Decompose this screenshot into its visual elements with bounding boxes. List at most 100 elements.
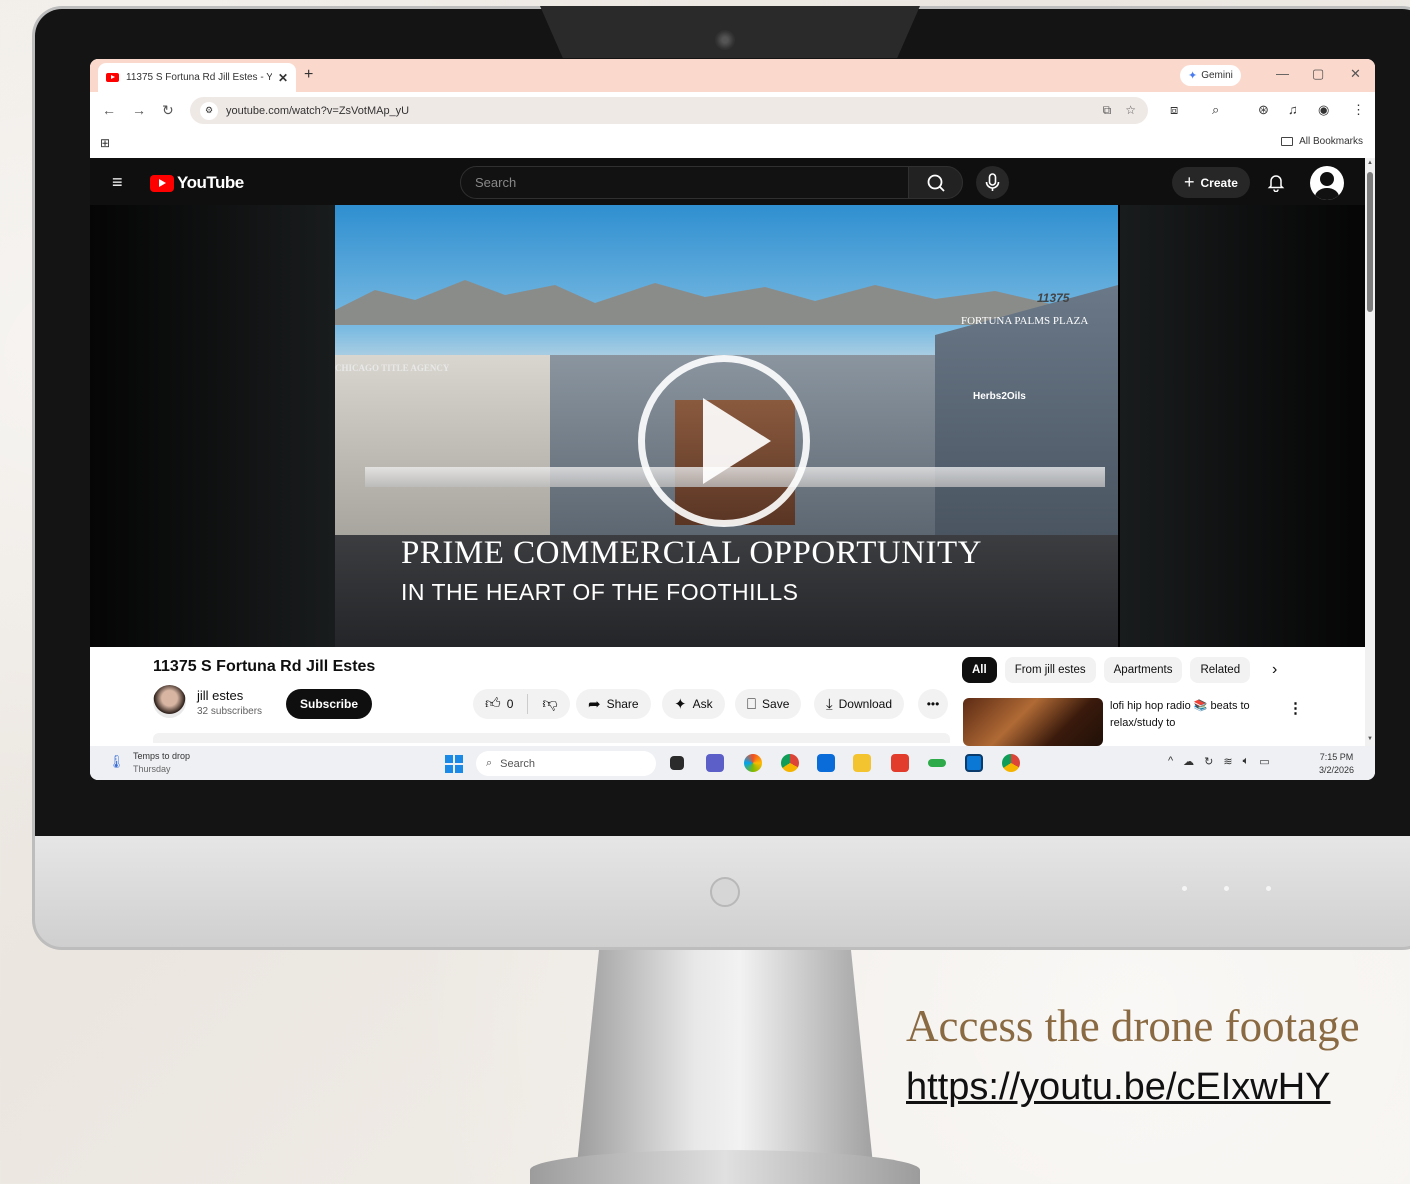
- chip-apartments[interactable]: Apartments: [1103, 657, 1183, 683]
- voice-search-button[interactable]: [976, 166, 1009, 199]
- search-placeholder: Search: [475, 175, 517, 190]
- channel-name[interactable]: jill estes: [197, 688, 243, 703]
- bookmarks-bar: ⊞ All Bookmarks: [90, 128, 1375, 158]
- youtube-header: ≡ YouTube Search + Create: [90, 158, 1365, 205]
- youtube-search-button[interactable]: [908, 166, 963, 199]
- browser-tab-bar: 11375 S Fortuna Rd Jill Estes - YouTube …: [90, 59, 1375, 92]
- chip-all[interactable]: All: [962, 657, 997, 683]
- thumbs-down-icon[interactable]: 👎︎: [542, 695, 557, 713]
- address-bar[interactable]: ⚙ youtube.com/watch?v=ZsVotMAp_yU ⧉ ☆: [190, 97, 1148, 124]
- chatgpt-icon[interactable]: ⊛: [1258, 102, 1269, 118]
- drone-footage-link[interactable]: https://youtu.be/cEIxwHY: [906, 1066, 1331, 1109]
- more-vertical-icon[interactable]: ⋮: [1288, 699, 1303, 717]
- player-ambient-right: [1120, 205, 1365, 647]
- outlook-icon[interactable]: [965, 754, 983, 772]
- sparkle-icon: ✦: [674, 696, 687, 713]
- video-player[interactable]: 11375 FORTUNA PALMS PLAZA CHICAGO TITLE …: [90, 205, 1365, 647]
- app-red-icon[interactable]: [891, 754, 909, 772]
- extensions-icon[interactable]: ⧈: [1170, 102, 1178, 118]
- save-button[interactable]: ⎕ Save: [735, 689, 802, 719]
- description-box[interactable]: [153, 733, 950, 743]
- scrollbar-thumb[interactable]: [1367, 172, 1373, 312]
- taskbar-clock[interactable]: 7:15 PM 3/2/2026: [1319, 751, 1354, 777]
- play-icon[interactable]: [638, 355, 810, 527]
- maximize-icon[interactable]: ▢: [1312, 66, 1324, 82]
- site-info-icon[interactable]: ⚙: [200, 101, 218, 120]
- teams-icon[interactable]: [706, 754, 724, 772]
- share-button[interactable]: ➦ Share: [576, 689, 651, 719]
- all-bookmarks-button[interactable]: All Bookmarks: [1281, 136, 1363, 147]
- copilot-icon[interactable]: [744, 754, 762, 772]
- chevron-right-icon[interactable]: ›: [1272, 661, 1277, 679]
- sync-icon[interactable]: ↻: [1204, 755, 1213, 768]
- channel-avatar[interactable]: [153, 685, 186, 718]
- url-text: youtube.com/watch?v=ZsVotMAp_yU: [226, 104, 410, 117]
- profile-icon[interactable]: ◉: [1318, 102, 1329, 118]
- gemini-label: Gemini: [1201, 70, 1233, 81]
- more-horizontal-icon: •••: [926, 697, 940, 711]
- youtube-search-input[interactable]: Search: [460, 166, 910, 199]
- account-avatar[interactable]: [1310, 166, 1344, 200]
- file-explorer-icon[interactable]: [853, 754, 871, 772]
- back-icon[interactable]: ←: [102, 102, 116, 118]
- scroll-up-icon[interactable]: ▲: [1367, 160, 1373, 166]
- minimize-icon[interactable]: —: [1276, 66, 1289, 81]
- recommended-video-title[interactable]: lofi hip hop radio 📚 beats to relax/stud…: [1110, 698, 1280, 732]
- clock-date: 3/2/2026: [1319, 765, 1355, 775]
- bookmark-star-icon[interactable]: ☆: [1125, 103, 1136, 118]
- hamburger-menu-icon[interactable]: ≡: [112, 172, 123, 193]
- cloud-icon[interactable]: ☁: [1183, 755, 1194, 768]
- tab-search-icon[interactable]: ⌕: [1212, 102, 1219, 118]
- ask-button[interactable]: ✦ Ask: [662, 689, 725, 719]
- subscribe-button[interactable]: Subscribe: [286, 689, 373, 719]
- system-tray: ^ ☁ ↻ ≋ 🔈︎ ▭: [1168, 755, 1270, 768]
- video-thumbnail[interactable]: 11375 FORTUNA PALMS PLAZA CHICAGO TITLE …: [335, 205, 1118, 647]
- download-button[interactable]: ⤓ Download: [814, 689, 905, 719]
- page-scrollbar[interactable]: ▲ ▼: [1365, 158, 1375, 746]
- chevron-up-icon[interactable]: ^: [1168, 755, 1173, 768]
- new-tab-button[interactable]: +: [304, 66, 313, 84]
- plaza-name-sign: FORTUNA PALMS PLAZA: [961, 315, 1089, 327]
- weather-subtitle: Thursday: [133, 764, 171, 774]
- cast-icon[interactable]: ⧉: [1103, 103, 1112, 118]
- video-title: 11375 S Fortuna Rd Jill Estes: [153, 658, 376, 675]
- weather-widget[interactable]: Temps to drop Thursday: [133, 750, 190, 776]
- more-actions-button[interactable]: •••: [918, 689, 948, 719]
- all-bookmarks-label: All Bookmarks: [1299, 136, 1363, 147]
- reload-icon[interactable]: ↻: [162, 102, 174, 119]
- thumbs-up-icon[interactable]: 👍︎: [485, 695, 501, 713]
- monitor-stand-foot: [530, 1150, 920, 1184]
- caption-headline: Access the drone footage: [906, 1001, 1360, 1051]
- task-view-icon[interactable]: [670, 756, 684, 770]
- chip-from-jill-estes[interactable]: From jill estes: [1004, 657, 1096, 683]
- like-divider: [527, 694, 529, 714]
- chip-related[interactable]: Related: [1190, 657, 1251, 683]
- forward-icon[interactable]: →: [132, 102, 146, 118]
- menu-dots-icon[interactable]: ⋮: [1352, 102, 1365, 118]
- close-window-icon[interactable]: ✕: [1350, 66, 1361, 82]
- media-icon[interactable]: ♫: [1288, 102, 1298, 117]
- windows-start-icon[interactable]: [445, 755, 463, 773]
- scroll-down-icon[interactable]: ▼: [1367, 736, 1373, 742]
- chrome-icon[interactable]: [781, 754, 799, 772]
- chrome-profile-icon[interactable]: [1002, 754, 1020, 772]
- store-icon[interactable]: [817, 754, 835, 772]
- volume-icon[interactable]: 🔈︎: [1243, 755, 1250, 768]
- battery-icon[interactable]: ▭: [1259, 755, 1269, 768]
- notifications-bell-icon[interactable]: [1267, 172, 1285, 192]
- monitor-power-button: [710, 877, 740, 907]
- browser-tab[interactable]: 11375 S Fortuna Rd Jill Estes - YouTube …: [98, 63, 296, 92]
- youtube-logo[interactable]: YouTube: [150, 173, 244, 193]
- create-button[interactable]: + Create: [1172, 167, 1250, 198]
- cricut-icon[interactable]: [928, 759, 946, 767]
- gemini-button[interactable]: ✦ Gemini: [1180, 65, 1241, 86]
- weather-icon[interactable]: 🌡︎: [108, 754, 125, 770]
- taskbar-search[interactable]: ⌕ Search: [476, 751, 656, 776]
- search-icon: ⌕: [486, 757, 493, 769]
- apps-grid-icon[interactable]: ⊞: [100, 136, 110, 150]
- monitor-indicator-dot: [1266, 886, 1271, 891]
- wifi-icon[interactable]: ≋: [1223, 755, 1232, 768]
- close-tab-icon[interactable]: ✕: [278, 71, 288, 85]
- tab-title: 11375 S Fortuna Rd Jill Estes - YouTube: [126, 72, 272, 83]
- recommended-video-thumbnail[interactable]: [963, 698, 1103, 746]
